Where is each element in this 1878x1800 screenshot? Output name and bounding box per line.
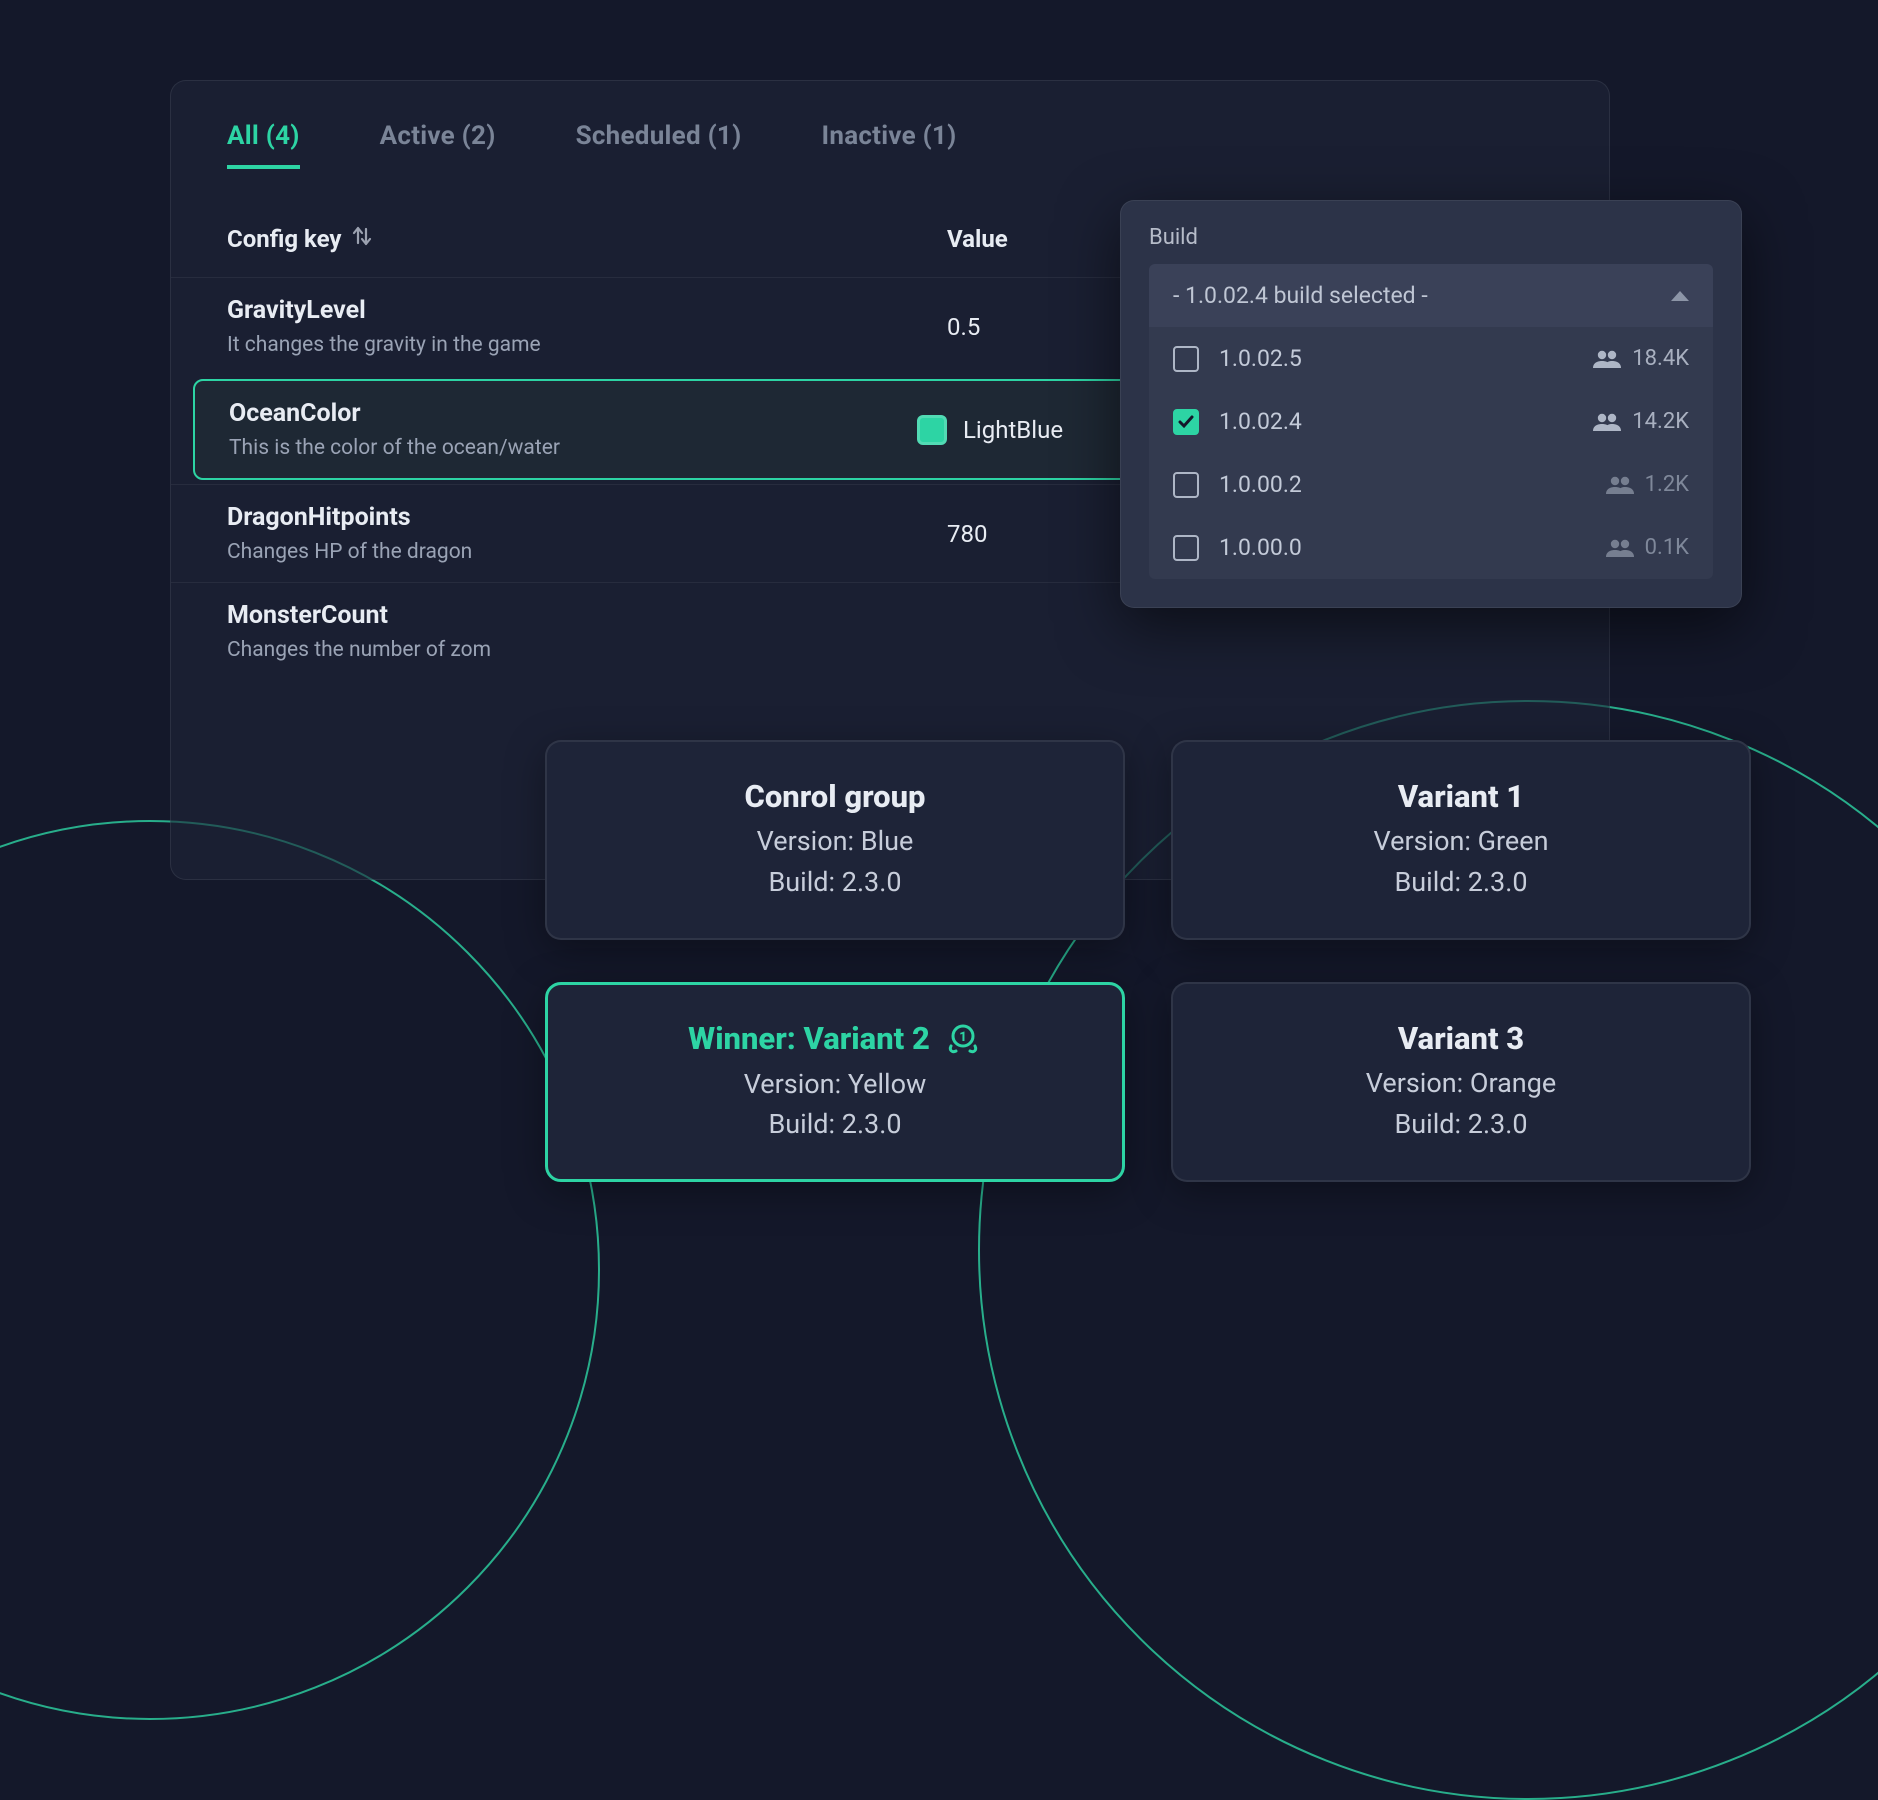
build-users-count: 1.2K	[1645, 472, 1689, 497]
build-select-header[interactable]: - 1.0.02.4 build selected -	[1149, 264, 1713, 327]
variant-card-3[interactable]: Variant 3 Version: Orange Build: 2.3.0	[1171, 982, 1751, 1182]
build-options-list: 1.0.02.5 18.4K 1.0.02.4 14.2K	[1149, 327, 1713, 579]
trophy-icon: 1	[944, 1020, 982, 1058]
config-description: It changes the gravity in the game	[227, 333, 947, 357]
build-dropdown-popover: Build - 1.0.02.4 build selected - 1.0.02…	[1120, 200, 1742, 608]
checkbox-icon[interactable]	[1173, 472, 1199, 498]
checkbox-icon[interactable]	[1173, 535, 1199, 561]
users-icon	[1605, 475, 1635, 495]
tab-inactive[interactable]: Inactive (1)	[822, 121, 957, 169]
card-build: Build: 2.3.0	[1394, 862, 1527, 903]
card-version: Version: Blue	[757, 821, 914, 862]
build-users-count: 14.2K	[1632, 409, 1689, 434]
config-description: Changes HP of the dragon	[227, 540, 947, 564]
variant-card-control[interactable]: Conrol group Version: Blue Build: 2.3.0	[545, 740, 1125, 940]
config-description: Changes the number of zom	[227, 638, 947, 662]
card-build: Build: 2.3.0	[1394, 1104, 1527, 1145]
config-description: This is the color of the ocean/water	[229, 436, 917, 460]
build-option[interactable]: 1.0.02.5 18.4K	[1149, 327, 1713, 390]
build-version: 1.0.02.4	[1219, 408, 1302, 435]
card-title: Variant 1	[1398, 778, 1524, 815]
color-swatch-icon	[917, 415, 947, 445]
sort-icon	[352, 225, 372, 253]
build-option[interactable]: 1.0.00.0 0.1K	[1149, 516, 1713, 579]
build-users-count: 0.1K	[1645, 535, 1689, 560]
config-value: 0.5	[947, 313, 980, 341]
svg-text:1: 1	[959, 1030, 967, 1045]
card-title: Variant 3	[1398, 1020, 1524, 1057]
config-value: 780	[947, 520, 987, 548]
build-version: 1.0.00.0	[1219, 534, 1302, 561]
checkbox-icon[interactable]	[1173, 409, 1199, 435]
card-version: Version: Green	[1374, 821, 1549, 862]
config-key: DragonHitpoints	[227, 503, 947, 532]
build-version: 1.0.00.2	[1219, 471, 1302, 498]
decorative-circle	[0, 820, 600, 1720]
build-users-count: 18.4K	[1632, 346, 1689, 371]
column-header-label: Value	[947, 225, 1008, 253]
variant-cards: Conrol group Version: Blue Build: 2.3.0 …	[545, 740, 1751, 1182]
config-key: OceanColor	[229, 399, 917, 428]
card-build: Build: 2.3.0	[768, 1104, 901, 1145]
card-title: Conrol group	[745, 778, 926, 815]
card-version: Version: Yellow	[744, 1064, 927, 1105]
column-header-label: Config key	[227, 225, 342, 253]
tab-scheduled[interactable]: Scheduled (1)	[576, 121, 742, 169]
build-version: 1.0.02.5	[1219, 345, 1302, 372]
variant-card-1[interactable]: Variant 1 Version: Green Build: 2.3.0	[1171, 740, 1751, 940]
variant-card-winner[interactable]: Winner: Variant 2 1 Version: Yellow Buil…	[545, 982, 1125, 1182]
build-selected-text: - 1.0.02.4 build selected -	[1173, 282, 1428, 309]
tabs: All (4) Active (2) Scheduled (1) Inactiv…	[171, 121, 1609, 187]
config-value: LightBlue	[963, 416, 1063, 444]
users-icon	[1592, 412, 1622, 432]
users-icon	[1592, 349, 1622, 369]
users-icon	[1605, 538, 1635, 558]
card-version: Version: Orange	[1366, 1063, 1556, 1104]
card-build: Build: 2.3.0	[768, 862, 901, 903]
checkbox-icon[interactable]	[1173, 346, 1199, 372]
tab-active[interactable]: Active (2)	[380, 121, 496, 169]
chevron-up-icon	[1671, 291, 1689, 301]
column-header-config-key[interactable]: Config key	[227, 225, 947, 253]
config-key: MonsterCount	[227, 601, 947, 630]
build-option[interactable]: 1.0.02.4 14.2K	[1149, 390, 1713, 453]
build-label: Build	[1149, 225, 1713, 250]
config-key: GravityLevel	[227, 296, 947, 325]
tab-all[interactable]: All (4)	[227, 121, 300, 169]
card-title: Winner: Variant 2 1	[688, 1020, 982, 1058]
build-option[interactable]: 1.0.00.2 1.2K	[1149, 453, 1713, 516]
